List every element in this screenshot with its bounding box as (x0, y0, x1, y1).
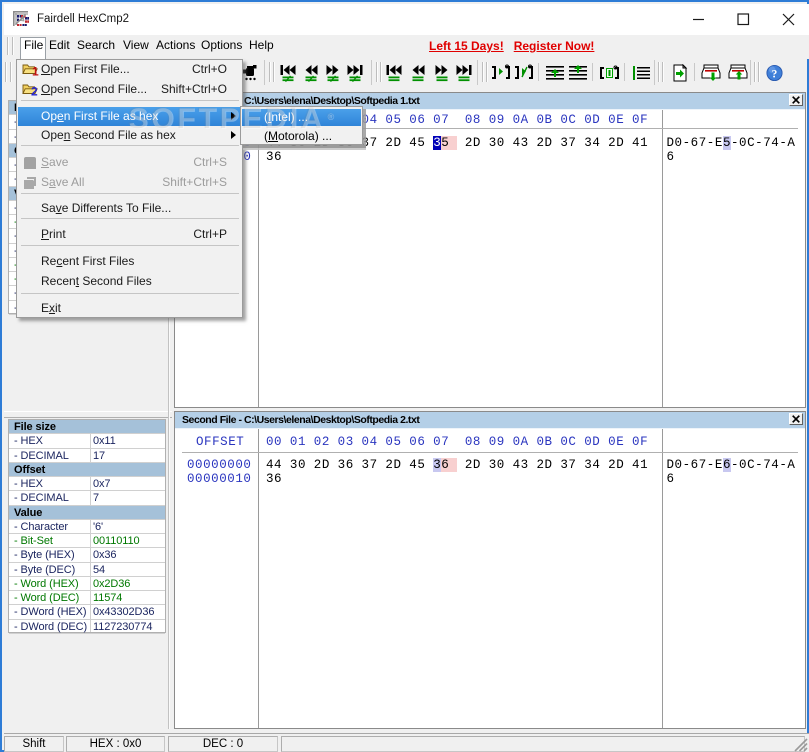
svg-text:1: 1 (32, 65, 39, 78)
svg-text:?: ? (772, 68, 778, 80)
svg-text:2: 2 (31, 84, 38, 97)
